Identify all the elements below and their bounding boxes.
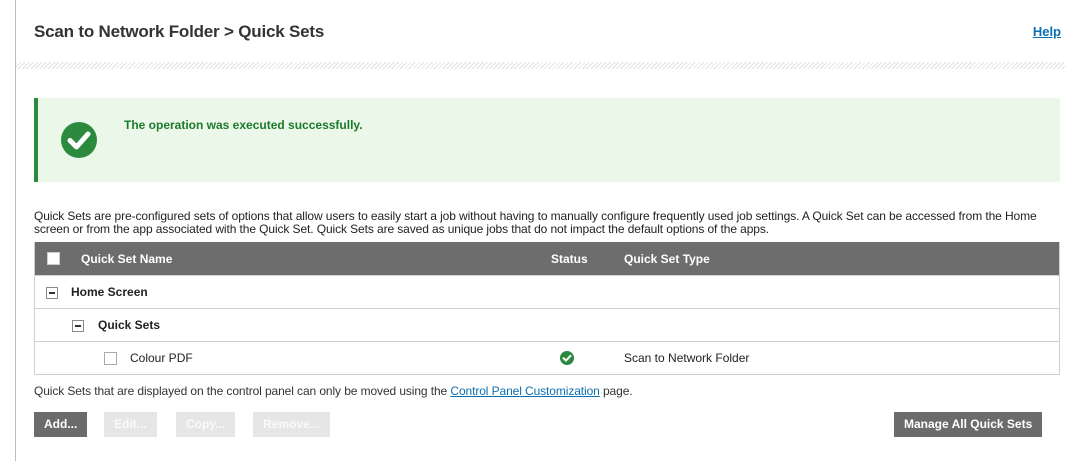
note-prefix: Quick Sets that are displayed on the con…: [34, 384, 451, 398]
quick-sets-table: Quick Set Name Status Quick Set Type Hom…: [34, 242, 1060, 375]
status-check-icon: [560, 351, 574, 365]
table-row-home-screen[interactable]: Home Screen: [35, 275, 1059, 308]
group-label-quick-sets: Quick Sets: [98, 318, 161, 332]
copy-button[interactable]: Copy...: [176, 412, 236, 437]
column-header-status[interactable]: Status: [551, 252, 588, 266]
row-checkbox[interactable]: [104, 352, 117, 365]
quick-set-type: Scan to Network Folder: [624, 351, 750, 365]
manage-all-quick-sets-button[interactable]: Manage All Quick Sets: [894, 412, 1043, 437]
control-panel-note: Quick Sets that are displayed on the con…: [34, 384, 633, 398]
alert-message: The operation was executed successfully.: [124, 118, 363, 132]
quick-sets-description: Quick Sets are pre-configured sets of op…: [34, 209, 1037, 236]
table-row-colour-pdf[interactable]: Colour PDF Scan to Network Folder: [35, 341, 1059, 374]
collapse-icon[interactable]: [46, 287, 58, 299]
page-header: Scan to Network Folder > Quick Sets Help: [34, 22, 1065, 46]
edit-button[interactable]: Edit...: [104, 412, 157, 437]
left-border: [15, 0, 16, 461]
help-link[interactable]: Help: [1033, 24, 1061, 39]
success-alert: The operation was executed successfully.: [34, 98, 1060, 182]
column-header-name[interactable]: Quick Set Name: [81, 252, 172, 266]
add-button[interactable]: Add...: [34, 412, 88, 437]
collapse-icon[interactable]: [72, 320, 84, 332]
check-circle-icon: [61, 122, 97, 158]
group-label-home-screen: Home Screen: [71, 285, 148, 299]
column-header-type[interactable]: Quick Set Type: [624, 252, 710, 266]
quick-set-name[interactable]: Colour PDF: [130, 351, 193, 365]
control-panel-customization-link[interactable]: Control Panel Customization: [450, 384, 599, 398]
remove-button[interactable]: Remove...: [253, 412, 330, 437]
table-header: Quick Set Name Status Quick Set Type: [35, 242, 1059, 275]
table-row-quick-sets[interactable]: Quick Sets: [35, 308, 1059, 341]
note-suffix: page.: [599, 384, 633, 398]
header-divider: [16, 62, 1065, 69]
page-title: Scan to Network Folder > Quick Sets: [34, 22, 325, 41]
select-all-checkbox[interactable]: [47, 252, 60, 265]
